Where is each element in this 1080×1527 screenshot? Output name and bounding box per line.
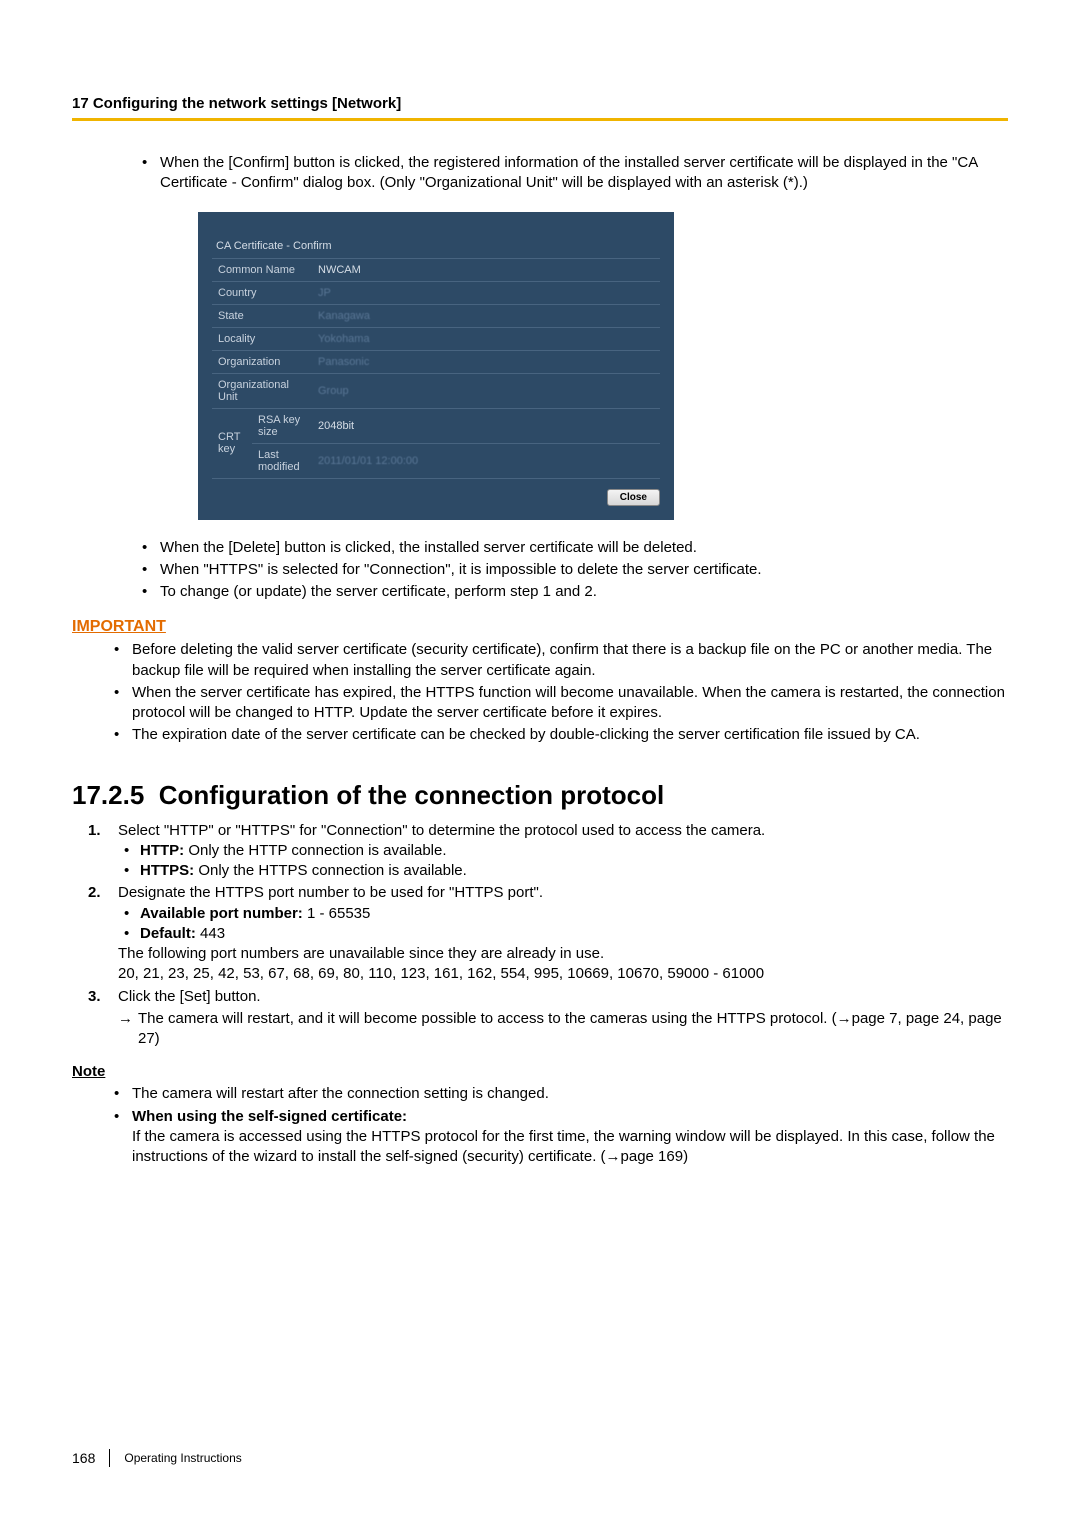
note-bullets: The camera will restart after the connec…: [108, 1084, 1008, 1167]
label-locality: Locality: [212, 327, 312, 350]
important-bullets: Before deleting the valid server certifi…: [108, 640, 1008, 745]
bullet-change-update: To change (or update) the server certifi…: [136, 582, 1008, 602]
step-2-after1: The following port numbers are unavailab…: [118, 944, 1008, 964]
important-bullet-3: The expiration date of the server certif…: [108, 725, 1008, 745]
row-rsa: CRT key RSA key size 2048bit: [212, 408, 660, 443]
page-footer: 168 Operating Instructions: [72, 1449, 242, 1467]
bullet-https-selected: When "HTTPS" is selected for "Connection…: [136, 560, 1008, 580]
rest-https: Only the HTTPS connection is available.: [194, 862, 467, 879]
footer-divider: [109, 1449, 110, 1467]
rest-http: Only the HTTP connection is available.: [184, 842, 446, 859]
label-crt-key: CRT key: [212, 408, 252, 478]
label-rsa-key-size: RSA key size: [252, 408, 312, 443]
bold-https: HTTPS:: [140, 862, 194, 879]
row-org-unit: Organizational Unit Group: [212, 373, 660, 408]
label-org-unit: Organizational Unit: [212, 373, 312, 408]
value-locality: Yokohama: [312, 327, 660, 350]
value-country: JP: [312, 281, 660, 304]
value-rsa-key-size: 2048bit: [312, 408, 660, 443]
intro-bullet: When the [Confirm] button is clicked, th…: [136, 153, 1008, 194]
step-2-after2: 20, 21, 23, 25, 42, 53, 67, 68, 69, 80, …: [118, 964, 1008, 984]
bold-default: Default:: [140, 925, 196, 942]
row-locality: Locality Yokohama: [212, 327, 660, 350]
value-state: Kanagawa: [312, 304, 660, 327]
ca-certificate-confirm-dialog: CA Certificate - Confirm Common Name NWC…: [198, 212, 674, 520]
step-1-sub: HTTP: Only the HTTP connection is availa…: [118, 841, 1008, 882]
row-organization: Organization Panasonic: [212, 350, 660, 373]
step-1-sub-https: HTTPS: Only the HTTPS connection is avai…: [118, 861, 1008, 881]
note-bullet-2: When using the self-signed certificate: …: [108, 1107, 1008, 1168]
dialog-table: Common Name NWCAM Country JP State Kanag…: [212, 259, 660, 479]
section-number: 17.2.5: [72, 780, 144, 810]
step-3: Click the [Set] button. The camera will …: [88, 987, 1008, 1050]
after-dialog-bullets: When the [Delete] button is clicked, the…: [136, 538, 1008, 603]
value-organization: Panasonic: [312, 350, 660, 373]
step-2: Designate the HTTPS port number to be us…: [88, 883, 1008, 984]
step-1-text: Select "HTTP" or "HTTPS" for "Connection…: [118, 822, 765, 839]
intro-bullet-list: When the [Confirm] button is clicked, th…: [136, 153, 1008, 194]
footer-doc-title: Operating Instructions: [124, 1451, 241, 1465]
important-bullet-2: When the server certificate has expired,…: [108, 683, 1008, 724]
label-common-name: Common Name: [212, 259, 312, 282]
label-last-modified: Last modified: [252, 443, 312, 478]
step-1: Select "HTTP" or "HTTPS" for "Connection…: [88, 821, 1008, 882]
page-header-title: 17 Configuring the network settings [Net…: [72, 95, 1008, 112]
value-last-modified: 2011/01/01 12:00:00: [312, 443, 660, 478]
dialog-button-row: Close: [212, 479, 660, 506]
bold-port: Available port number:: [140, 905, 303, 922]
label-country: Country: [212, 281, 312, 304]
rest-default: 443: [196, 925, 225, 942]
steps-list: Select "HTTP" or "HTTPS" for "Connection…: [88, 821, 1008, 1050]
note-bullet-2-rest: If the camera is accessed using the HTTP…: [132, 1128, 995, 1165]
close-button[interactable]: Close: [607, 489, 660, 506]
step-3-text: Click the [Set] button.: [118, 988, 261, 1005]
important-bullet-1: Before deleting the valid server certifi…: [108, 640, 1008, 681]
section-heading: 17.2.5 Configuration of the connection p…: [72, 780, 1008, 811]
page-number: 168: [72, 1450, 95, 1466]
step-2-sub-default: Default: 443: [118, 924, 1008, 944]
value-org-unit: Group: [312, 373, 660, 408]
label-organization: Organization: [212, 350, 312, 373]
step-2-text: Designate the HTTPS port number to be us…: [118, 884, 543, 901]
bold-http: HTTP:: [140, 842, 184, 859]
section-title: Configuration of the connection protocol: [159, 780, 665, 810]
important-heading: IMPORTANT: [72, 618, 1008, 636]
row-state: State Kanagawa: [212, 304, 660, 327]
row-common-name: Common Name NWCAM: [212, 259, 660, 282]
row-last-modified: Last modified 2011/01/01 12:00:00: [212, 443, 660, 478]
note-bullet-1: The camera will restart after the connec…: [108, 1084, 1008, 1104]
dialog-title: CA Certificate - Confirm: [212, 236, 660, 259]
step-2-sub-port: Available port number: 1 - 65535: [118, 904, 1008, 924]
row-country: Country JP: [212, 281, 660, 304]
label-state: State: [212, 304, 312, 327]
document-page: 17 Configuring the network settings [Net…: [0, 0, 1080, 1527]
header-rule: [72, 118, 1008, 121]
note-heading: Note: [72, 1063, 1008, 1080]
note-bullet-2-bold: When using the self-signed certificate:: [132, 1108, 407, 1125]
bullet-delete: When the [Delete] button is clicked, the…: [136, 538, 1008, 558]
step-1-sub-http: HTTP: Only the HTTP connection is availa…: [118, 841, 1008, 861]
rest-port: 1 - 65535: [303, 905, 371, 922]
step-3-arrow: The camera will restart, and it will bec…: [118, 1009, 1008, 1050]
value-common-name: NWCAM: [312, 259, 660, 282]
step-2-sub: Available port number: 1 - 65535 Default…: [118, 904, 1008, 945]
